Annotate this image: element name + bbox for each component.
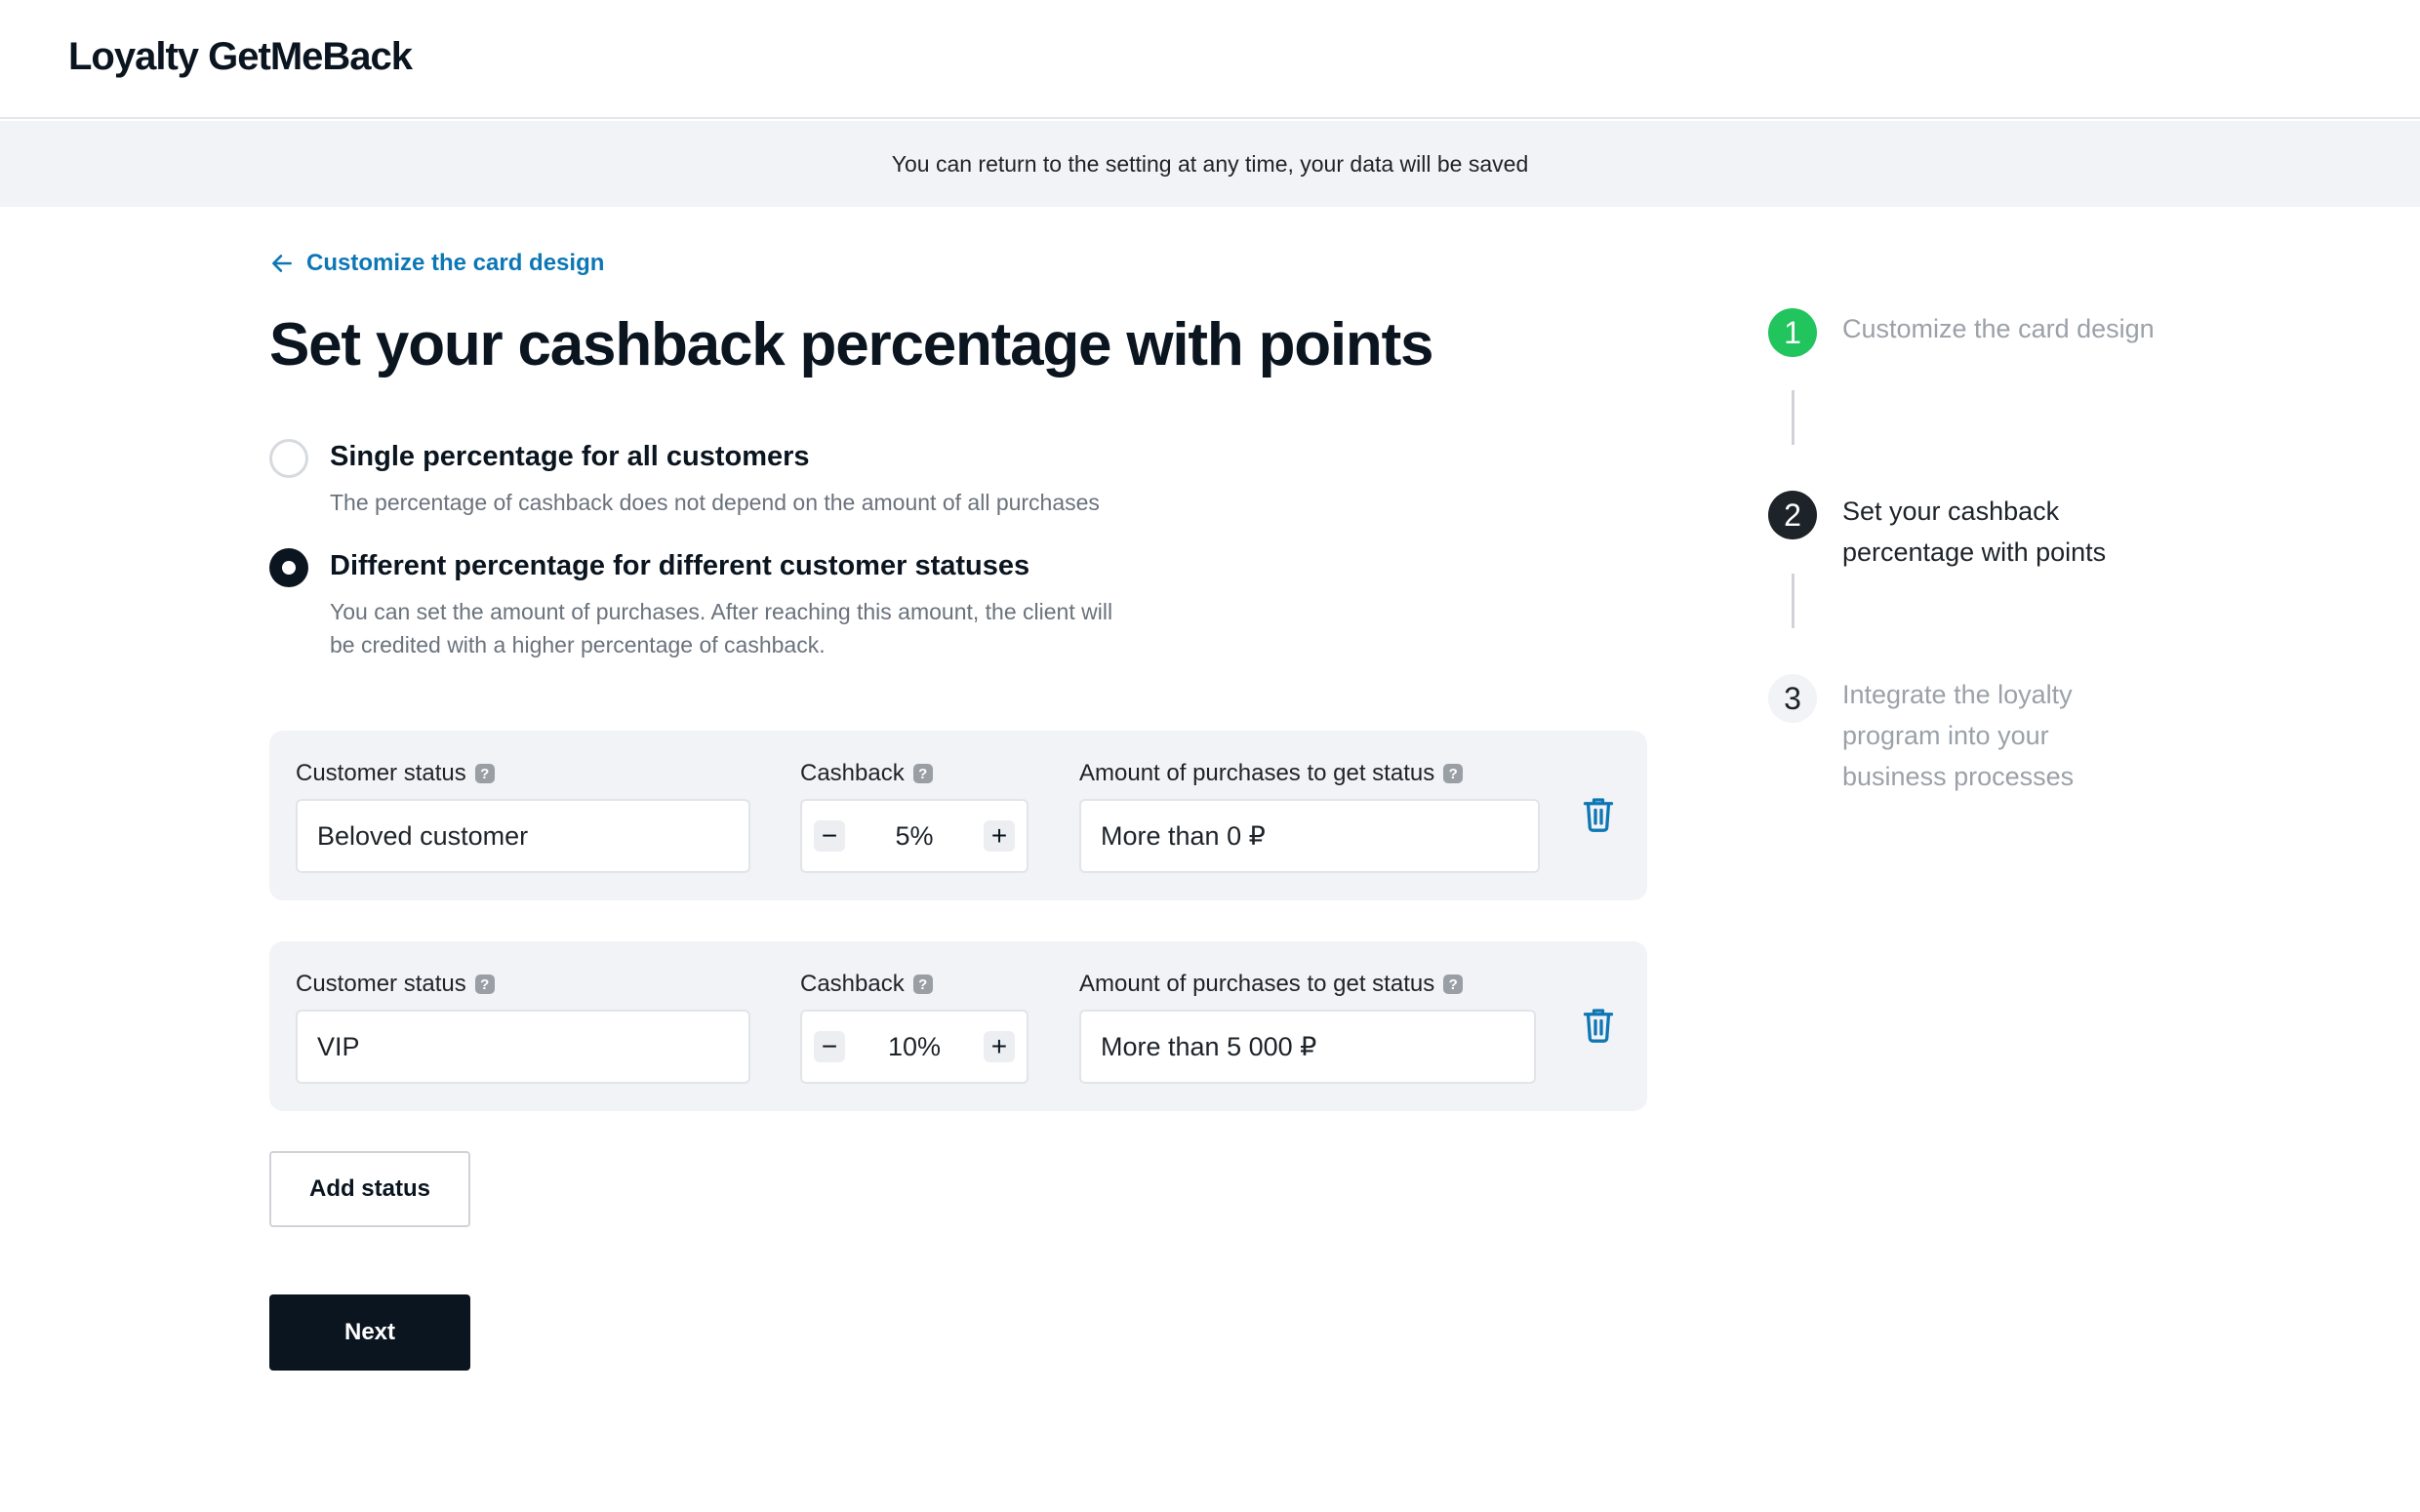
label-text: Amount of purchases to get status bbox=[1079, 760, 1435, 786]
label-text: Cashback bbox=[800, 971, 905, 997]
option-single-percentage[interactable]: Single percentage for all customers The … bbox=[269, 437, 1169, 519]
option-description: The percentage of cashback does not depe… bbox=[330, 490, 1100, 515]
option-title: Different percentage for different custo… bbox=[330, 550, 1030, 581]
help-icon[interactable]: ? bbox=[474, 764, 495, 783]
help-icon[interactable]: ? bbox=[912, 975, 933, 994]
label-text: Customer status bbox=[296, 760, 466, 786]
back-link[interactable]: Customize the card design bbox=[269, 250, 604, 277]
app-logo[interactable]: Loyalty GetMeBack bbox=[68, 35, 413, 79]
help-icon[interactable]: ? bbox=[912, 764, 933, 783]
amount-input[interactable] bbox=[1079, 799, 1540, 873]
decrement-button[interactable]: − bbox=[814, 1031, 845, 1062]
step-integrate[interactable]: 3 Integrate the loyalty program into you… bbox=[1768, 674, 2155, 797]
cashback-stepper: − 10% + bbox=[800, 1010, 1028, 1084]
step-label: Customize the card design bbox=[1842, 314, 2155, 343]
back-link-label: Customize the card design bbox=[306, 250, 605, 276]
customer-status-input[interactable] bbox=[296, 1010, 750, 1084]
step-customize-card[interactable]: 1 Customize the card design bbox=[1768, 308, 2155, 357]
next-button[interactable]: Next bbox=[269, 1294, 470, 1371]
status-card: Customer status ? Cashback ? − 5% + Amou… bbox=[269, 731, 1647, 900]
trash-icon[interactable] bbox=[1581, 795, 1616, 834]
customer-status-label: Customer status ? bbox=[296, 971, 495, 998]
cashback-stepper: − 5% + bbox=[800, 799, 1028, 873]
help-icon[interactable]: ? bbox=[1443, 975, 1464, 994]
customer-status-input[interactable] bbox=[296, 799, 750, 873]
step-connector bbox=[1792, 390, 1795, 445]
amount-input[interactable] bbox=[1079, 1010, 1536, 1084]
amount-label: Amount of purchases to get status ? bbox=[1079, 760, 1464, 787]
option-description: You can set the amount of purchases. Aft… bbox=[330, 599, 1113, 657]
label-text: Cashback bbox=[800, 760, 905, 786]
label-text: Customer status bbox=[296, 971, 466, 997]
step-number: 1 bbox=[1768, 308, 1817, 357]
info-banner: You can return to the setting at any tim… bbox=[0, 121, 2420, 207]
step-number: 3 bbox=[1768, 674, 1817, 723]
amount-label: Amount of purchases to get status ? bbox=[1079, 971, 1464, 998]
customer-status-label: Customer status ? bbox=[296, 760, 495, 787]
step-label: Integrate the loyalty program into your … bbox=[1842, 680, 2075, 791]
help-icon[interactable]: ? bbox=[1443, 764, 1464, 783]
step-label: Set your cashback percentage with points bbox=[1842, 497, 2107, 567]
cashback-label: Cashback ? bbox=[800, 971, 933, 998]
page-title: Set your cashback percentage with points bbox=[269, 311, 1434, 378]
trash-icon[interactable] bbox=[1581, 1006, 1616, 1045]
radio-different-percentage[interactable] bbox=[269, 548, 308, 587]
step-connector bbox=[1792, 574, 1795, 628]
increment-button[interactable]: + bbox=[983, 1031, 1015, 1062]
increment-button[interactable]: + bbox=[984, 820, 1015, 852]
step-number: 2 bbox=[1768, 491, 1817, 539]
cashback-value[interactable]: 10% bbox=[888, 1032, 941, 1062]
cashback-label: Cashback ? bbox=[800, 760, 933, 787]
app-header: Loyalty GetMeBack bbox=[0, 0, 2420, 119]
option-title: Single percentage for all customers bbox=[330, 441, 810, 472]
info-banner-text: You can return to the setting at any tim… bbox=[891, 150, 1529, 177]
option-different-percentage[interactable]: Different percentage for different custo… bbox=[269, 546, 1130, 661]
help-icon[interactable]: ? bbox=[474, 975, 495, 994]
add-status-button[interactable]: Add status bbox=[269, 1151, 470, 1227]
step-set-cashback[interactable]: 2 Set your cashback percentage with poin… bbox=[1768, 491, 2155, 573]
radio-single-percentage[interactable] bbox=[269, 439, 308, 478]
status-card: Customer status ? Cashback ? − 10% + Amo… bbox=[269, 941, 1647, 1111]
cashback-value[interactable]: 5% bbox=[895, 821, 933, 852]
decrement-button[interactable]: − bbox=[814, 820, 845, 852]
label-text: Amount of purchases to get status bbox=[1079, 971, 1435, 997]
arrow-left-icon bbox=[272, 255, 292, 272]
